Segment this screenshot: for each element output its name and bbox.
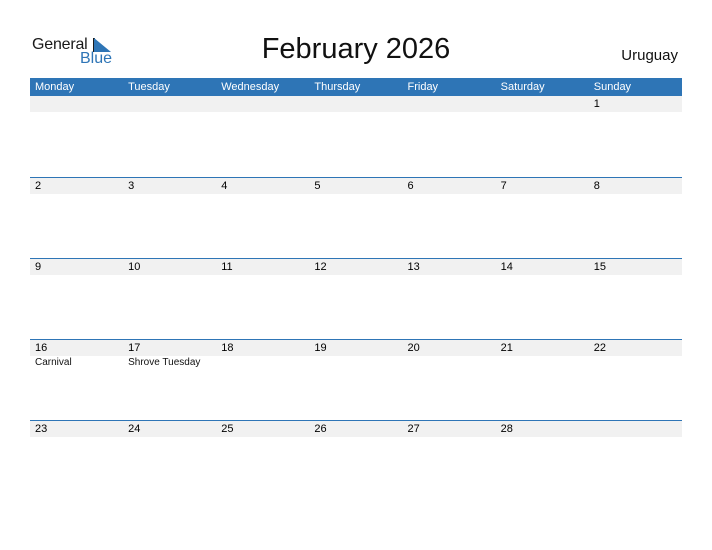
day-cell: 28 (495, 421, 589, 501)
country-label: Uruguay (621, 47, 678, 64)
day-number: 11 (216, 259, 310, 275)
weekday-friday: Friday (407, 81, 439, 93)
day-number: 28 (495, 421, 589, 437)
day-cell: 6 (402, 178, 496, 258)
day-cell: 5 (309, 178, 403, 258)
day-number (30, 96, 124, 112)
day-number: 12 (309, 259, 403, 275)
day-cell (123, 96, 217, 177)
day-cell: 13 (402, 259, 496, 339)
week-row: 23 24 25 26 27 28 (30, 420, 682, 501)
weeks-container: 1 2 3 4 5 6 7 8 9 10 11 12 13 14 15 16 Carnival 17 Shrove … (30, 96, 682, 501)
day-number: 22 (588, 340, 682, 356)
day-number (588, 421, 682, 437)
day-cell (495, 96, 589, 177)
day-cell: 27 (402, 421, 496, 501)
calendar-title: February 2026 (261, 33, 451, 65)
day-cell: 19 (309, 340, 403, 420)
week-row: 2345678 (30, 177, 682, 258)
day-cell: 26 (309, 421, 403, 501)
day-cell: 2 (30, 178, 124, 258)
day-cell (402, 96, 496, 177)
day-cell: 8 (588, 178, 682, 258)
day-number: 14 (495, 259, 589, 275)
weekday-tuesday: Tuesday (128, 81, 170, 93)
day-number (402, 96, 496, 112)
holiday-label: Carnival (35, 357, 72, 368)
day-cell: 10 (123, 259, 217, 339)
day-cell: 14 (495, 259, 589, 339)
day-number: 7 (495, 178, 589, 194)
weekday-thursday: Thursday (314, 81, 361, 93)
day-cell (588, 421, 682, 501)
day-number (309, 96, 403, 112)
weekday-wednesday: Wednesday (221, 81, 280, 93)
day-number: 8 (588, 178, 682, 194)
day-number: 25 (216, 421, 310, 437)
day-number: 2 (30, 178, 124, 194)
day-cell: 4 (216, 178, 310, 258)
day-cell (30, 96, 124, 177)
day-number: 10 (123, 259, 217, 275)
day-cell (216, 96, 310, 177)
day-cell: 12 (309, 259, 403, 339)
calendar-grid: Monday Tuesday Wednesday Thursday Friday… (30, 78, 682, 501)
day-cell: 23 (30, 421, 124, 501)
day-number: 13 (402, 259, 496, 275)
day-cell: 16 Carnival (30, 340, 124, 420)
day-number (495, 96, 589, 112)
day-number: 20 (402, 340, 496, 356)
day-number: 27 (402, 421, 496, 437)
day-number: 5 (309, 178, 403, 194)
week-row: 9 10 11 12 13 14 15 (30, 258, 682, 339)
day-number: 1 (588, 96, 682, 112)
day-cell: 9 (30, 259, 124, 339)
day-number: 15 (588, 259, 682, 275)
day-cell: 15 (588, 259, 682, 339)
day-number: 19 (309, 340, 403, 356)
day-number (123, 96, 217, 112)
weekday-saturday: Saturday (500, 81, 545, 93)
weekday-sunday: Sunday (593, 81, 632, 93)
day-cell (309, 96, 403, 177)
day-cell: 24 (123, 421, 217, 501)
day-number: 24 (123, 421, 217, 437)
day-cell: 1 (588, 96, 682, 177)
day-cell: 21 (495, 340, 589, 420)
holiday-label: Shrove Tuesday (128, 357, 201, 368)
day-number: 23 (30, 421, 124, 437)
week-row: 16 Carnival 17 Shrove Tuesday 18 19 20 21 22 (30, 339, 682, 420)
day-number: 26 (309, 421, 403, 437)
weekday-monday: Monday (35, 81, 75, 93)
day-number: 16 (30, 340, 124, 356)
day-number: 9 (30, 259, 124, 275)
day-cell: 3 (123, 178, 217, 258)
day-number: 4 (216, 178, 310, 194)
day-number: 17 (123, 340, 217, 356)
week-row: 1 (30, 96, 682, 177)
day-cell: 7 (495, 178, 589, 258)
weekday-header: Monday Tuesday Wednesday Thursday Friday… (30, 78, 682, 96)
day-number (216, 96, 310, 112)
day-cell: 20 (402, 340, 496, 420)
day-cell: 18 (216, 340, 310, 420)
day-cell: 25 (216, 421, 310, 501)
day-cell: 11 (216, 259, 310, 339)
day-number: 6 (402, 178, 496, 194)
day-number: 3 (123, 178, 217, 194)
day-number: 21 (495, 340, 589, 356)
day-number: 18 (216, 340, 310, 356)
day-cell: 22 (588, 340, 682, 420)
day-cell: 17 Shrove Tuesday (123, 340, 217, 420)
